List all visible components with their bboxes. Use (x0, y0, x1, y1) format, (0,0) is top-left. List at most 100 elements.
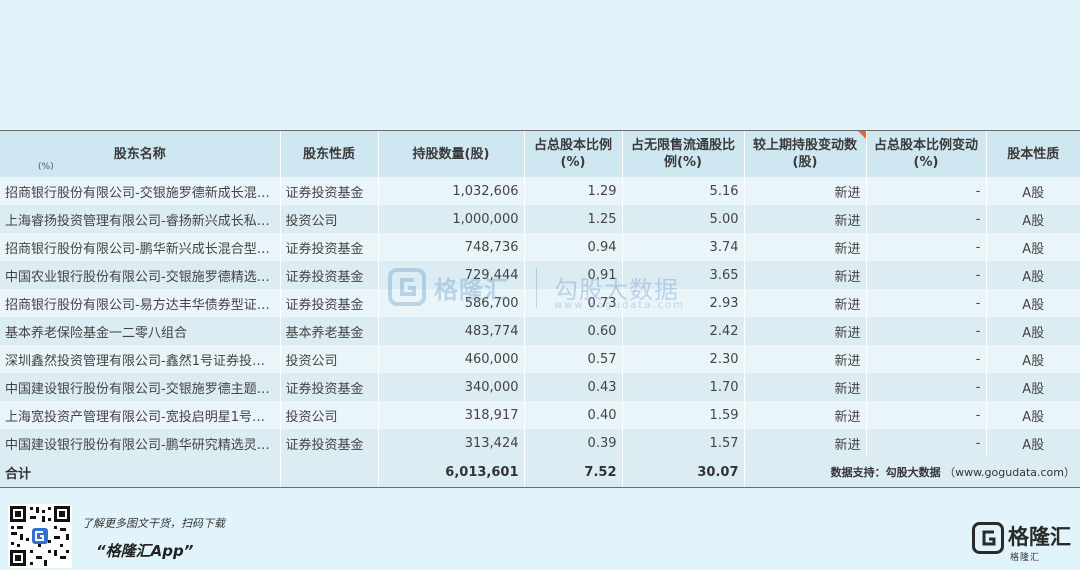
cell-pct-total: 1.25 (523, 205, 622, 233)
shareholder-table-container: 股东名称 (%) 股东性质 持股数量(股) 占总股本比例(%) 占无限售流通股比… (0, 130, 1080, 488)
cell-shareholder-type: 证券投资基金 (279, 429, 378, 457)
cell-change: 新进 (743, 317, 866, 345)
top-blank-area (0, 0, 1080, 130)
cell-change: 新进 (743, 401, 866, 429)
header-shareholder-name[interactable]: 股东名称 (%) (0, 130, 280, 177)
promo-text: 了解更多图文干货，扫码下载 (82, 517, 225, 530)
app-name: “格隆汇App” (96, 542, 194, 560)
cell-shareholder-type: 证券投资基金 (279, 233, 378, 261)
cell-shareholder-type: 证券投资基金 (279, 289, 378, 317)
cell-change: 新进 (743, 373, 866, 401)
cell-pct-total: 0.43 (523, 373, 622, 401)
header-pct-total-shares[interactable]: 占总股本比例(%) (523, 130, 622, 177)
cell-pct-float: 1.70 (621, 373, 744, 401)
cell-share-type: A股 (985, 205, 1080, 233)
header-share-type[interactable]: 股本性质 (985, 130, 1080, 177)
table-row[interactable]: 中国建设银行股份有限公司-鹏华研究精选灵… 证券投资基金 313,424 0.39 1.… (0, 429, 1080, 457)
cell-shareholder-type: 证券投资基金 (279, 261, 378, 289)
cell-pct-change: - (865, 177, 986, 205)
cell-pct-float: 3.65 (621, 261, 744, 289)
cell-shareholder-name: 深圳鑫然投资管理有限公司-鑫然1号证券投… (0, 345, 280, 373)
cell-shares-held: 1,032,606 (377, 177, 524, 205)
qr-code-icon[interactable] (8, 504, 72, 568)
table-row[interactable]: 招商银行股份有限公司-交银施罗德新成长混… 证券投资基金 1,032,606 1.29… (0, 177, 1080, 205)
cell-shareholder-name: 中国建设银行股份有限公司-交银施罗德主题… (0, 373, 280, 401)
table-header-row: 股东名称 (%) 股东性质 持股数量(股) 占总股本比例(%) 占无限售流通股比… (0, 130, 1080, 177)
cell-shares-held: 1,000,000 (377, 205, 524, 233)
cell-pct-float: 3.74 (621, 233, 744, 261)
cell-pct-float: 1.59 (621, 401, 744, 429)
header-pct-change[interactable]: 占总股本比例变动(%) (865, 130, 986, 177)
cell-share-type: A股 (985, 289, 1080, 317)
cell-shareholder-name: 上海睿扬投资管理有限公司-睿扬新兴成长私… (0, 205, 280, 233)
table-row[interactable]: 上海睿扬投资管理有限公司-睿扬新兴成长私… 投资公司 1,000,000 1.25 5.… (0, 205, 1080, 233)
cell-share-type: A股 (985, 429, 1080, 457)
cell-pct-change: - (865, 317, 986, 345)
cell-shares-held: 340,000 (377, 373, 524, 401)
qr-code-graphic (8, 504, 72, 568)
total-shares: 6,013,601 (377, 457, 524, 488)
cell-share-type: A股 (985, 401, 1080, 429)
cell-shareholder-name: 中国建设银行股份有限公司-鹏华研究精选灵… (0, 429, 280, 457)
table-row[interactable]: 招商银行股份有限公司-鹏华新兴成长混合型… 证券投资基金 748,736 0.94 3.… (0, 233, 1080, 261)
cell-shareholder-type: 投资公司 (279, 345, 378, 373)
data-credit-label: 数据支持： (830, 466, 886, 479)
footer: 了解更多图文干货，扫码下载 “格隆汇App” 格隆汇 格隆汇 (0, 496, 1080, 570)
cell-shares-held: 460,000 (377, 345, 524, 373)
cell-pct-total: 0.40 (523, 401, 622, 429)
table-row[interactable]: 深圳鑫然投资管理有限公司-鑫然1号证券投… 投资公司 460,000 0.57 2.30… (0, 345, 1080, 373)
cell-shareholder-name: 基本养老保险基金一二零八组合 (0, 317, 280, 345)
header-pct-float-shares[interactable]: 占无限售流通股比例(%) (621, 130, 744, 177)
cell-shareholder-type: 投资公司 (279, 205, 378, 233)
cell-share-type: A股 (985, 177, 1080, 205)
total-label: 合计 (0, 457, 280, 488)
cell-shareholder-type: 证券投资基金 (279, 177, 378, 205)
table-row[interactable]: 中国农业银行股份有限公司-交银施罗德精选… 证券投资基金 729,444 0.91 3.… (0, 261, 1080, 289)
cell-pct-float: 2.30 (621, 345, 744, 373)
cell-shareholder-name: 招商银行股份有限公司-易方达丰华债券型证… (0, 289, 280, 317)
table-total-row: 合计 6,013,601 7.52 30.07 数据支持：勾股大数据 （www.gogu… (0, 457, 1080, 488)
cell-shareholder-name: 中国农业银行股份有限公司-交银施罗德精选… (0, 261, 280, 289)
header-shareholder-type[interactable]: 股东性质 (279, 130, 378, 177)
cell-share-type: A股 (985, 261, 1080, 289)
cell-pct-change: - (865, 289, 986, 317)
cell-pct-change: - (865, 373, 986, 401)
cell-share-type: A股 (985, 345, 1080, 373)
cell-share-type: A股 (985, 373, 1080, 401)
cell-shareholder-type: 基本养老基金 (279, 317, 378, 345)
header-shares-held[interactable]: 持股数量(股) (377, 130, 524, 177)
shareholder-table: 股东名称 (%) 股东性质 持股数量(股) 占总股本比例(%) 占无限售流通股比… (0, 130, 1080, 488)
total-pct-float: 30.07 (621, 457, 744, 488)
table-row[interactable]: 基本养老保险基金一二零八组合 基本养老基金 483,774 0.60 2.42 新进 - A股 (0, 317, 1080, 345)
total-pct-total: 7.52 (523, 457, 622, 488)
header-change-shares[interactable]: 较上期持股变动数(股) (743, 130, 866, 177)
table-row[interactable]: 中国建设银行股份有限公司-交银施罗德主题… 证券投资基金 340,000 0.43 1.… (0, 373, 1080, 401)
brand-name: 格隆汇 (1008, 525, 1071, 549)
cell-shareholder-name: 招商银行股份有限公司-鹏华新兴成长混合型… (0, 233, 280, 261)
cell-shareholder-type: 投资公司 (279, 401, 378, 429)
cell-pct-total: 0.94 (523, 233, 622, 261)
table-body: 招商银行股份有限公司-交银施罗德新成长混… 证券投资基金 1,032,606 1.29… (0, 177, 1080, 488)
cell-shares-held: 748,736 (377, 233, 524, 261)
table-row[interactable]: 招商银行股份有限公司-易方达丰华债券型证… 证券投资基金 586,700 0.73 2.… (0, 289, 1080, 317)
data-credit-source: 勾股大数据 (885, 466, 941, 479)
cell-pct-float: 2.42 (621, 317, 744, 345)
gelonghui-logo-icon (972, 522, 1004, 554)
data-credit: 数据支持：勾股大数据 （www.gogudata.com） (743, 457, 1080, 488)
cell-pct-change: - (865, 429, 986, 457)
brand-subname: 格隆汇 (1010, 553, 1041, 563)
cell-pct-change: - (865, 233, 986, 261)
cell-pct-change: - (865, 261, 986, 289)
cell-change: 新进 (743, 289, 866, 317)
cell-pct-float: 5.16 (621, 177, 744, 205)
cell-shares-held: 313,424 (377, 429, 524, 457)
cell-pct-total: 0.39 (523, 429, 622, 457)
cell-change: 新进 (743, 233, 866, 261)
table-row[interactable]: 上海宽投资产管理有限公司-宽投启明星1号… 投资公司 318,917 0.40 1.59… (0, 401, 1080, 429)
cell-shareholder-name: 上海宽投资产管理有限公司-宽投启明星1号… (0, 401, 280, 429)
cell-pct-total: 0.57 (523, 345, 622, 373)
brand-logo: 格隆汇 格隆汇 (972, 518, 1076, 566)
cell-shares-held: 586,700 (377, 289, 524, 317)
cell-pct-total: 0.73 (523, 289, 622, 317)
cell-pct-float: 2.93 (621, 289, 744, 317)
